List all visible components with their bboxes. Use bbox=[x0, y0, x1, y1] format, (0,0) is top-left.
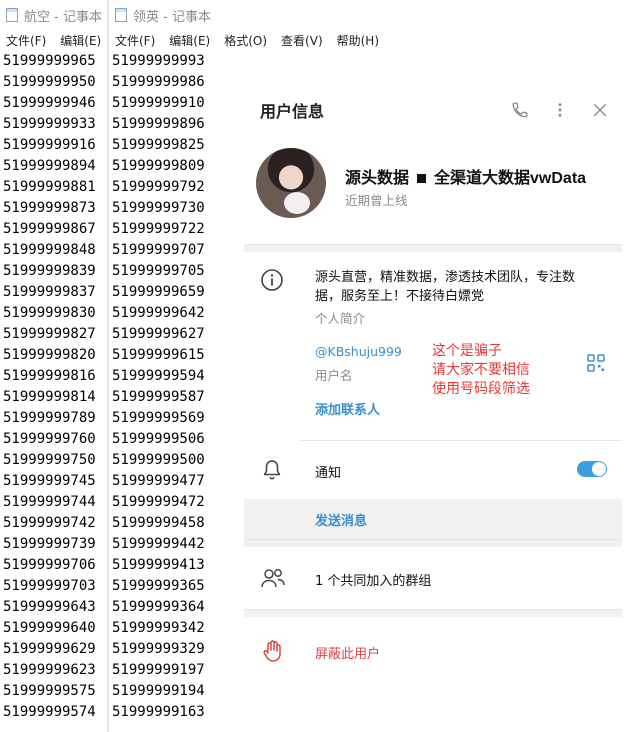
text-line[interactable]: 51999999742 bbox=[3, 513, 108, 534]
text-line[interactable]: 51999999629 bbox=[3, 639, 108, 660]
notepad-icon bbox=[115, 8, 127, 22]
title-bar[interactable]: 领英 - 记事本 bbox=[109, 0, 628, 30]
text-line[interactable]: 51999999789 bbox=[3, 408, 108, 429]
text-editor[interactable]: 51999999965 51999999950 51999999946 5199999… bbox=[0, 50, 108, 723]
scam-warning-annotation: 这个是骗子 请大家不要相信 使用号码段筛选 bbox=[432, 343, 530, 397]
section-separator bbox=[244, 244, 622, 252]
text-line[interactable]: 51999999574 bbox=[3, 702, 108, 723]
text-line[interactable]: 51999999816 bbox=[3, 366, 108, 387]
notifications-label: 通知 bbox=[315, 466, 342, 481]
more-vertical-icon[interactable] bbox=[549, 99, 571, 121]
text-line[interactable]: 51999999993 bbox=[112, 51, 628, 72]
info-icon bbox=[260, 268, 284, 292]
text-line[interactable]: 51999999873 bbox=[3, 198, 108, 219]
section-separator bbox=[244, 609, 622, 617]
text-line[interactable]: 51999999830 bbox=[3, 303, 108, 324]
text-line[interactable]: 51999999745 bbox=[3, 471, 108, 492]
text-line[interactable]: 51999999827 bbox=[3, 324, 108, 345]
panel-title: 用户信息 bbox=[260, 104, 325, 121]
close-icon[interactable] bbox=[589, 99, 611, 121]
common-groups-row[interactable]: 1 个共同加入的群组 bbox=[244, 547, 622, 609]
title-bar[interactable]: 航空 - 记事本 bbox=[0, 0, 108, 30]
window-title: 领英 - 记事本 bbox=[133, 9, 211, 25]
profile-header: 源头数据 全渠道大数据vwData 近期曾上线 bbox=[244, 138, 622, 244]
window-title: 航空 - 记事本 bbox=[24, 9, 102, 25]
menu-edit[interactable]: 编辑(E) bbox=[169, 32, 210, 49]
menu-view[interactable]: 查看(V) bbox=[281, 32, 323, 49]
username-link[interactable]: @KBshuju999 bbox=[315, 344, 402, 359]
text-line[interactable]: 51999999760 bbox=[3, 429, 108, 450]
notepad-icon bbox=[6, 8, 18, 22]
add-contact-button[interactable]: 添加联系人 bbox=[315, 399, 380, 418]
bell-icon bbox=[262, 459, 284, 481]
profile-name: 源头数据 全渠道大数据vwData bbox=[345, 170, 587, 187]
text-line[interactable]: 51999999881 bbox=[3, 177, 108, 198]
text-line[interactable]: 51999999839 bbox=[3, 261, 108, 282]
hand-stop-icon bbox=[262, 639, 284, 663]
qr-code-icon[interactable] bbox=[587, 354, 605, 372]
text-line[interactable]: 51999999820 bbox=[3, 345, 108, 366]
notifications-row[interactable]: 通知 bbox=[244, 441, 622, 499]
menu-file[interactable]: 文件(F) bbox=[6, 32, 46, 49]
text-line[interactable]: 51999999623 bbox=[3, 660, 108, 681]
section-separator bbox=[244, 539, 622, 547]
common-groups-label: 1 个共同加入的群组 bbox=[315, 574, 432, 589]
block-user-button[interactable]: 屏蔽此用户 bbox=[315, 643, 380, 662]
block-user-row[interactable]: 屏蔽此用户 bbox=[244, 617, 622, 693]
text-line[interactable]: 51999999933 bbox=[3, 114, 108, 135]
text-line[interactable]: 51999999867 bbox=[3, 219, 108, 240]
text-line[interactable]: 51999999946 bbox=[3, 93, 108, 114]
text-line[interactable]: 51999999643 bbox=[3, 597, 108, 618]
panel-header: 用户信息 bbox=[244, 82, 622, 138]
text-line[interactable]: 51999999916 bbox=[3, 135, 108, 156]
text-line[interactable]: 51999999837 bbox=[3, 282, 108, 303]
text-line[interactable]: 51999999750 bbox=[3, 450, 108, 471]
username-label: 用户名 bbox=[315, 368, 353, 383]
text-line[interactable]: 51999999640 bbox=[3, 618, 108, 639]
menu-bar: 文件(F) 编辑(E) bbox=[0, 30, 108, 50]
text-line[interactable]: 51999999950 bbox=[3, 72, 108, 93]
menu-edit[interactable]: 编辑(E) bbox=[60, 32, 101, 49]
text-line[interactable]: 51999999894 bbox=[3, 156, 108, 177]
menu-format[interactable]: 格式(O) bbox=[224, 32, 267, 49]
notepad-window-left: 航空 - 记事本 文件(F) 编辑(E) 51999999965 51999999… bbox=[0, 0, 108, 732]
bio-text: 源头直营，精准数据，渗透技术团队，专注数据，服务至上！不接待白嫖党 bbox=[315, 270, 576, 304]
avatar[interactable] bbox=[256, 148, 326, 218]
text-line[interactable]: 51999999703 bbox=[3, 576, 108, 597]
text-line[interactable]: 51999999739 bbox=[3, 534, 108, 555]
text-line[interactable]: 51999999814 bbox=[3, 387, 108, 408]
text-line[interactable]: 51999999575 bbox=[3, 681, 108, 702]
notifications-toggle[interactable] bbox=[577, 461, 607, 477]
send-message-button[interactable]: 发送消息 bbox=[315, 510, 367, 529]
text-line[interactable]: 51999999706 bbox=[3, 555, 108, 576]
last-seen-status: 近期曾上线 bbox=[345, 193, 408, 208]
menu-bar: 文件(F) 编辑(E) 格式(O) 查看(V) 帮助(H) bbox=[109, 30, 628, 50]
menu-help[interactable]: 帮助(H) bbox=[337, 32, 379, 49]
menu-file[interactable]: 文件(F) bbox=[115, 32, 155, 49]
user-info-panel: 用户信息 源头数据 全渠道大数据vwData 近期曾上线 源头直营，精准数据，渗透… bbox=[244, 82, 622, 732]
text-line[interactable]: 51999999744 bbox=[3, 492, 108, 513]
text-line[interactable]: 51999999848 bbox=[3, 240, 108, 261]
users-icon bbox=[260, 567, 286, 589]
send-message-row[interactable]: 发送消息 bbox=[244, 499, 622, 539]
bio-label: 个人简介 bbox=[315, 311, 366, 326]
text-line[interactable]: 51999999965 bbox=[3, 51, 108, 72]
info-section: 源头直营，精准数据，渗透技术团队，专注数据，服务至上！不接待白嫖党 个人简介 @… bbox=[244, 252, 622, 440]
phone-icon[interactable] bbox=[509, 99, 531, 121]
